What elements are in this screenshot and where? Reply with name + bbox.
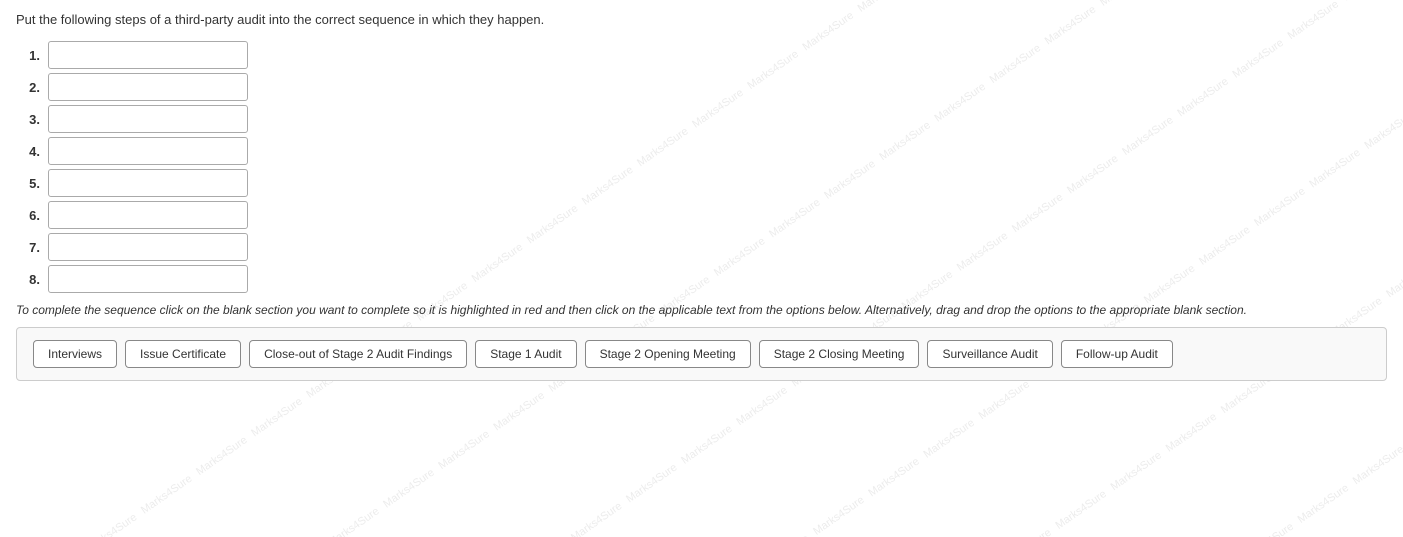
option-button-followup-audit[interactable]: Follow-up Audit xyxy=(1061,340,1173,368)
option-button-stage2-opening[interactable]: Stage 2 Opening Meeting xyxy=(585,340,751,368)
option-button-stage1-audit[interactable]: Stage 1 Audit xyxy=(475,340,576,368)
sequence-input-7[interactable] xyxy=(48,233,248,261)
sequence-row: 3. xyxy=(16,105,1387,133)
sequence-input-1[interactable] xyxy=(48,41,248,69)
option-button-surveillance-audit[interactable]: Surveillance Audit xyxy=(927,340,1052,368)
sequence-row: 4. xyxy=(16,137,1387,165)
completion-instruction: To complete the sequence click on the bl… xyxy=(16,303,1387,317)
instruction-text: Put the following steps of a third-party… xyxy=(16,12,1387,27)
sequence-row: 5. xyxy=(16,169,1387,197)
sequence-input-8[interactable] xyxy=(48,265,248,293)
sequence-number-3: 3. xyxy=(16,112,40,127)
sequence-number-5: 5. xyxy=(16,176,40,191)
option-button-closeout-stage2[interactable]: Close-out of Stage 2 Audit Findings xyxy=(249,340,467,368)
sequence-input-3[interactable] xyxy=(48,105,248,133)
sequence-input-4[interactable] xyxy=(48,137,248,165)
options-container: Interviews Issue Certificate Close-out of … xyxy=(16,327,1387,381)
sequence-input-2[interactable] xyxy=(48,73,248,101)
option-button-stage2-closing[interactable]: Stage 2 Closing Meeting xyxy=(759,340,920,368)
sequence-number-1: 1. xyxy=(16,48,40,63)
sequence-row: 6. xyxy=(16,201,1387,229)
main-content: Put the following steps of a third-party… xyxy=(0,0,1403,389)
sequence-row: 1. xyxy=(16,41,1387,69)
option-button-interviews[interactable]: Interviews xyxy=(33,340,117,368)
sequence-input-5[interactable] xyxy=(48,169,248,197)
sequence-input-6[interactable] xyxy=(48,201,248,229)
sequence-row: 8. xyxy=(16,265,1387,293)
sequence-number-4: 4. xyxy=(16,144,40,159)
sequence-number-6: 6. xyxy=(16,208,40,223)
sequence-row: 7. xyxy=(16,233,1387,261)
sequence-area: 1. 2. 3. 4. 5. 6. 7. 8. xyxy=(16,41,1387,293)
sequence-number-2: 2. xyxy=(16,80,40,95)
option-button-issue-certificate[interactable]: Issue Certificate xyxy=(125,340,241,368)
sequence-row: 2. xyxy=(16,73,1387,101)
sequence-number-7: 7. xyxy=(16,240,40,255)
sequence-number-8: 8. xyxy=(16,272,40,287)
